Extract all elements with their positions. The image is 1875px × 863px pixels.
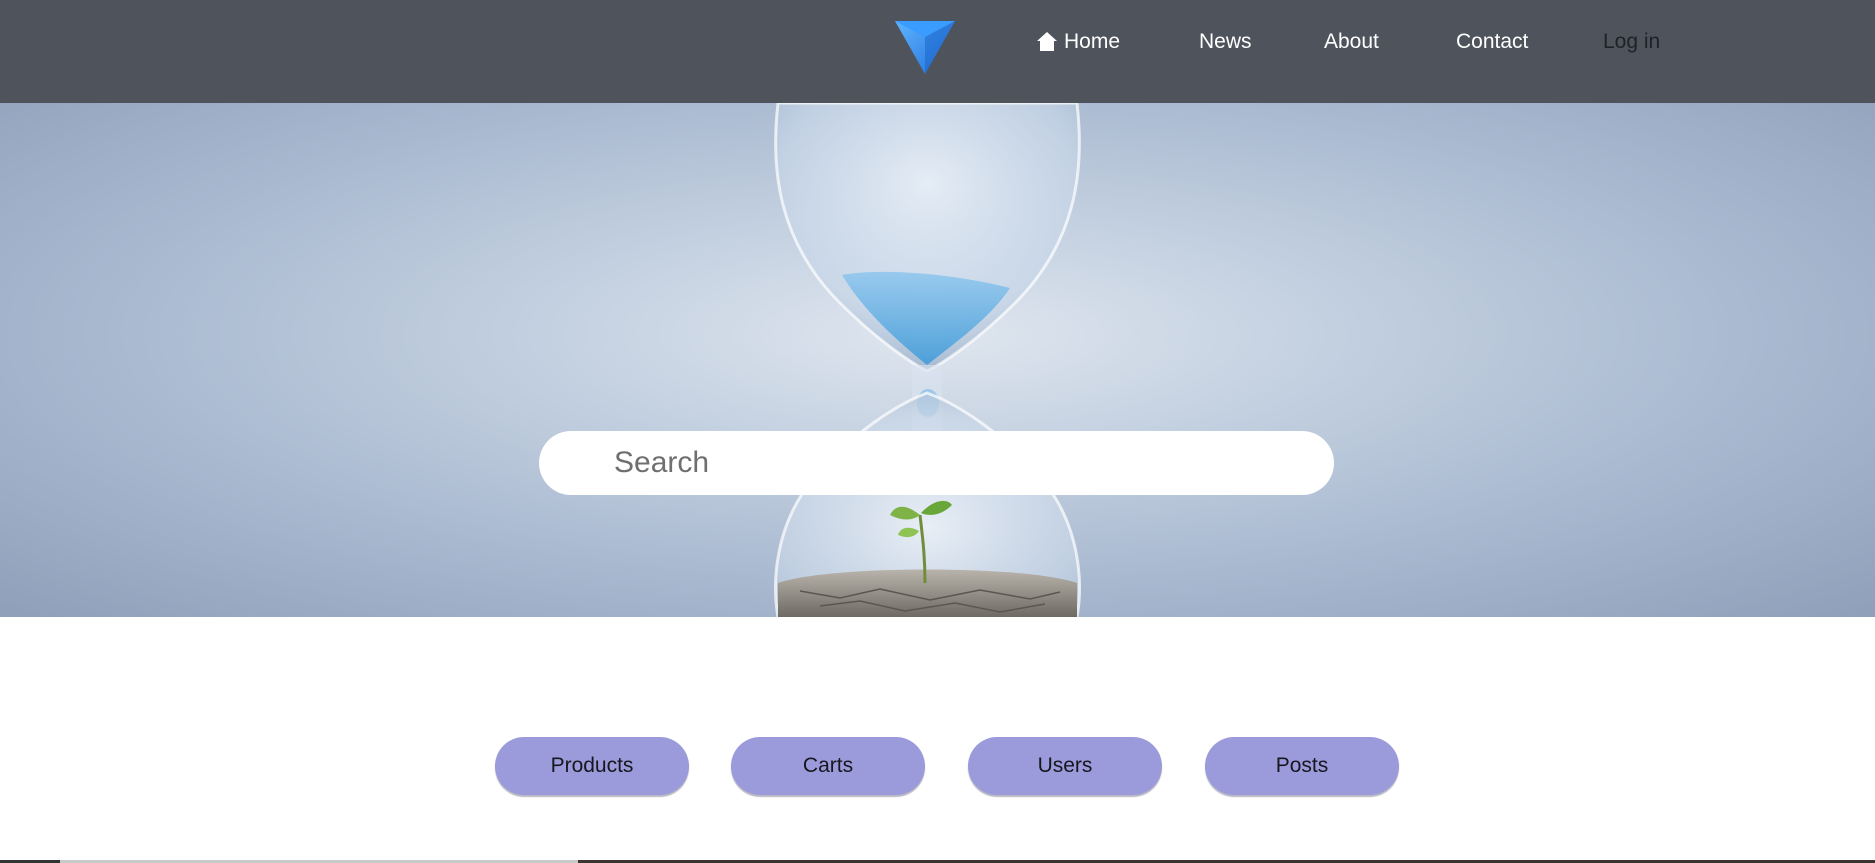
nav-contact-link[interactable]: Contact xyxy=(1456,28,1528,56)
search-input[interactable] xyxy=(539,431,1334,495)
nav-home-link[interactable]: Home xyxy=(1036,28,1120,56)
nav-home-label: Home xyxy=(1064,30,1121,53)
nav-login-link[interactable]: Log in xyxy=(1603,28,1660,56)
hero-banner xyxy=(0,103,1875,617)
products-button[interactable]: Products xyxy=(495,737,689,795)
nav-about-link[interactable]: About xyxy=(1324,28,1379,56)
hourglass-image xyxy=(774,103,1081,617)
home-icon xyxy=(1037,32,1057,51)
users-button[interactable]: Users xyxy=(968,737,1162,795)
triangle-logo-icon[interactable] xyxy=(893,19,957,75)
posts-button[interactable]: Posts xyxy=(1205,737,1399,795)
top-navigation-bar: Home News About Contact Log in xyxy=(0,0,1875,103)
nav-news-link[interactable]: News xyxy=(1199,28,1252,56)
carts-button[interactable]: Carts xyxy=(731,737,925,795)
